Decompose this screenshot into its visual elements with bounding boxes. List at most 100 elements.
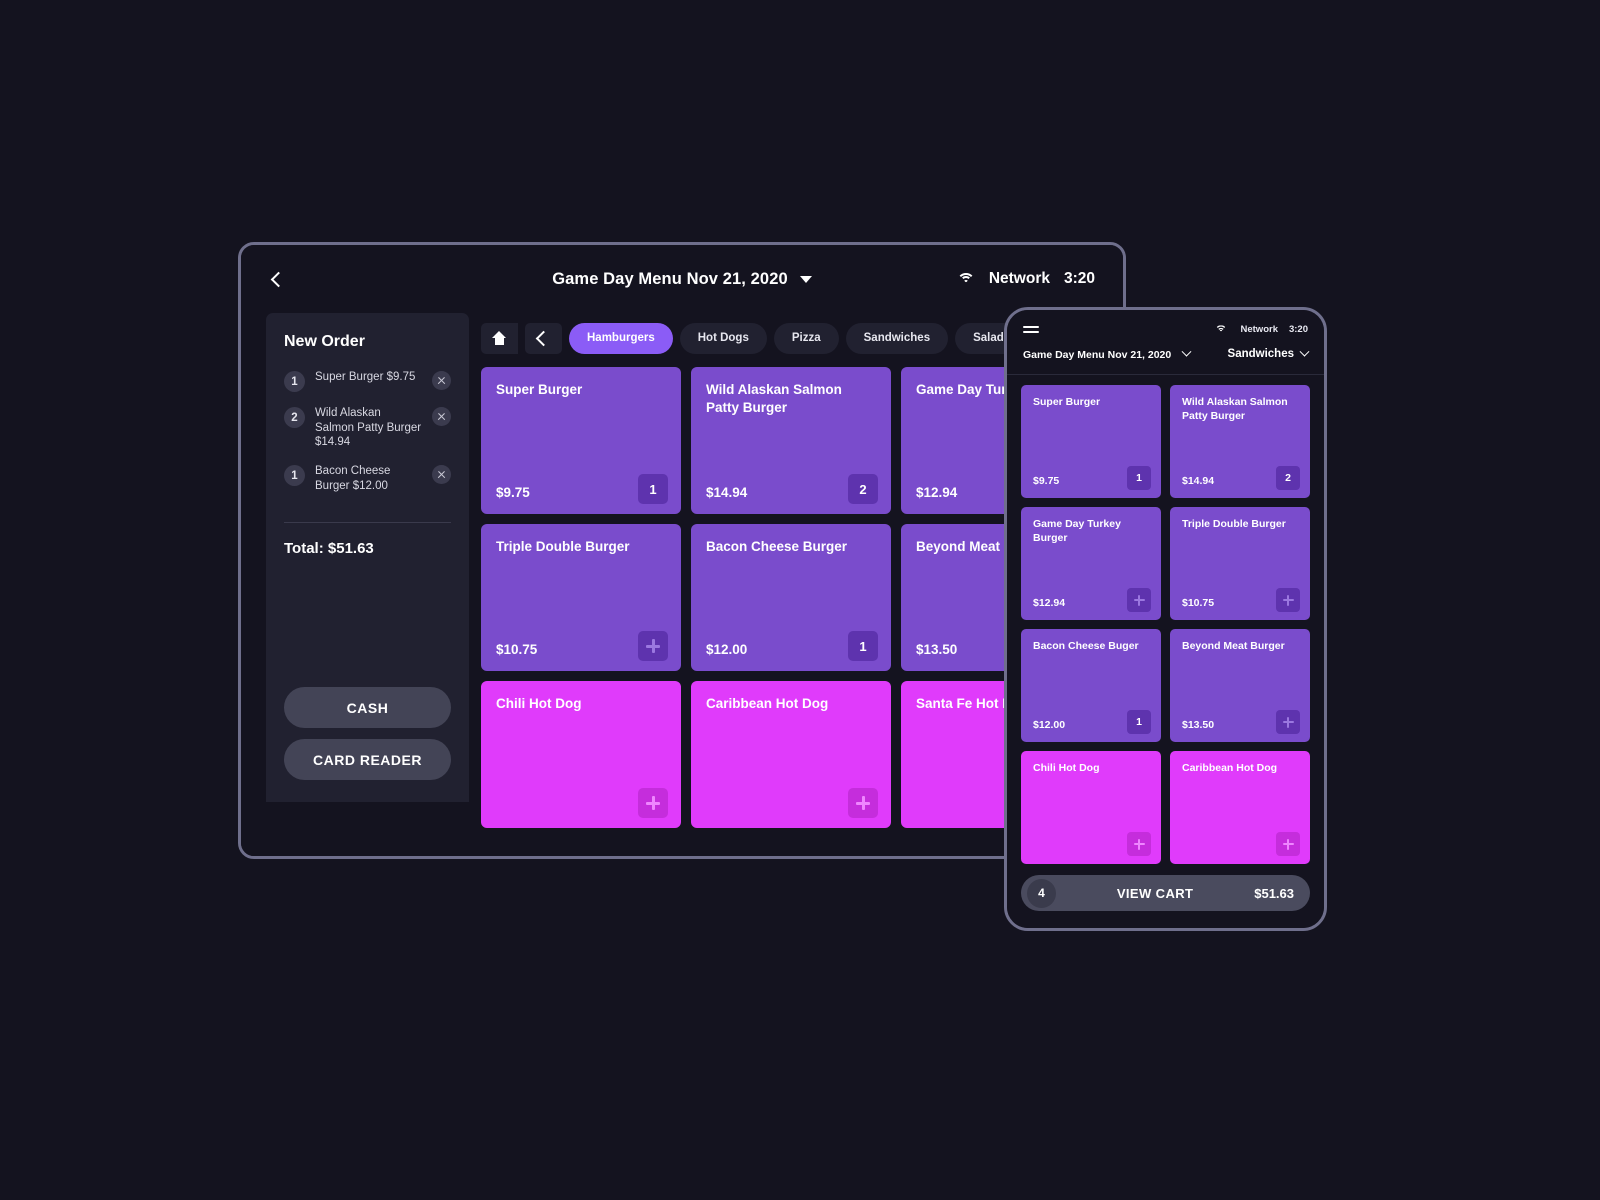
clock-time: 3:20 (1063, 270, 1095, 287)
order-sidebar: New Order 1 Super Burger $9.75 2 Wild Al… (266, 313, 469, 802)
home-button[interactable] (481, 322, 518, 354)
add-product-button[interactable] (1127, 588, 1151, 612)
product-card[interactable]: Chili Hot Dog (1021, 751, 1161, 864)
phone-product-grid: Super Burger $9.75 1 Wild Alaskan Salmon… (1007, 375, 1324, 928)
product-name: Chili Hot Dog (1033, 762, 1100, 774)
tab-pizza[interactable]: Pizza (773, 322, 839, 354)
tablet-body: New Order 1 Super Burger $9.75 2 Wild Al… (241, 313, 1123, 856)
tablet-device-frame: Game Day Menu Nov 21, 2020 Network 3:20 … (238, 242, 1126, 859)
plus-icon (856, 796, 870, 810)
product-price: $10.75 (1182, 597, 1215, 609)
chevron-left-icon (535, 330, 552, 346)
order-line-item[interactable]: 1 Super Burger $9.75 (284, 370, 451, 392)
view-cart-label: VIEW CART (1116, 885, 1194, 901)
plus-icon (646, 796, 660, 810)
phone-menu-title: Game Day Menu Nov 21, 2020 (1023, 349, 1172, 361)
add-product-button[interactable] (1276, 588, 1300, 612)
order-panel-title: New Order (284, 333, 365, 350)
add-product-button[interactable] (1276, 710, 1300, 734)
product-price: $12.94 (916, 485, 958, 500)
product-name: Chili Hot Dog (496, 696, 582, 711)
order-item-label: Wild Alaskan Salmon Patty Burger $14.94 (315, 407, 422, 449)
product-qty-badge[interactable]: 1 (848, 631, 878, 661)
remove-item-button[interactable] (432, 465, 451, 485)
product-qty-badge[interactable]: 1 (1127, 466, 1151, 490)
product-card[interactable]: Wild Alaskan Salmon Patty Burger $14.94 … (691, 367, 891, 514)
product-name: Bacon Cheese Burger (706, 539, 848, 554)
product-card[interactable]: Super Burger $9.75 1 (481, 367, 681, 514)
plus-icon (646, 639, 660, 653)
caret-down-icon[interactable] (799, 275, 812, 283)
product-price: $9.75 (496, 485, 530, 500)
product-qty-badge[interactable]: 2 (848, 474, 878, 504)
order-line-item[interactable]: 2 Wild Alaskan Salmon Patty Burger $14.9… (284, 406, 451, 450)
payment-buttons: CASH CARD READER (284, 676, 451, 802)
product-card[interactable]: Chili Hot Dog (481, 681, 681, 828)
canvas: Game Day Menu Nov 21, 2020 Network 3:20 … (0, 0, 1600, 1200)
product-name: Game Day Turkey Burger (1033, 518, 1121, 544)
product-name: Super Burger (1033, 396, 1101, 408)
network-label: Network (1240, 324, 1278, 335)
phone-device-frame: Network 3:20 Game Day Menu Nov 21, 2020 … (1004, 307, 1327, 931)
chevron-down-icon (1181, 346, 1192, 357)
product-card[interactable]: Caribbean Hot Dog (691, 681, 891, 828)
tab-hot-dogs[interactable]: Hot Dogs (679, 322, 767, 354)
product-card[interactable]: Triple Double Burger $10.75 (481, 524, 681, 671)
product-card[interactable]: Bacon Cheese Burger $12.00 1 (691, 524, 891, 671)
tab-hamburgers[interactable]: Hamburgers (569, 322, 673, 354)
plus-icon (1133, 594, 1145, 606)
product-name: Triple Double Burger (1182, 518, 1286, 530)
product-price: $13.50 (916, 642, 958, 657)
product-name: Beyond Meat Burger (1182, 640, 1285, 652)
phone-category-title: Sandwiches (1227, 348, 1294, 360)
clock-time: 3:20 (1288, 324, 1308, 335)
product-price: $10.75 (496, 642, 538, 657)
product-qty-badge[interactable]: 1 (1127, 710, 1151, 734)
cash-button[interactable]: CASH (284, 687, 451, 728)
product-card[interactable]: Game Day Turkey Burger $12.94 (1021, 507, 1161, 620)
remove-item-button[interactable] (432, 371, 451, 390)
tablet-screen: Game Day Menu Nov 21, 2020 Network 3:20 … (241, 245, 1123, 856)
add-product-button[interactable] (1276, 832, 1300, 856)
product-card[interactable]: Wild Alaskan Salmon Patty Burger $14.94 … (1170, 385, 1310, 498)
product-qty-badge[interactable]: 2 (1276, 466, 1300, 490)
tab-sandwiches[interactable]: Sandwiches (845, 322, 949, 354)
close-icon (437, 470, 446, 479)
close-icon (437, 376, 446, 385)
product-card[interactable]: Beyond Meat Burger $13.50 (1170, 629, 1310, 742)
add-product-button[interactable] (638, 631, 668, 661)
remove-item-button[interactable] (432, 407, 451, 426)
tablet-top-bar: Game Day Menu Nov 21, 2020 Network 3:20 (241, 245, 1123, 313)
cart-item-count: 4 (1027, 878, 1056, 908)
phone-screen: Network 3:20 Game Day Menu Nov 21, 2020 … (1007, 310, 1324, 928)
product-name: Wild Alaskan Salmon Patty Burger (706, 382, 842, 415)
product-name: Triple Double Burger (496, 539, 630, 554)
card-reader-button[interactable]: CARD READER (284, 739, 451, 780)
order-item-label: Super Burger $9.75 (315, 371, 416, 383)
product-card[interactable]: Super Burger $9.75 1 (1021, 385, 1161, 498)
add-product-button[interactable] (1127, 832, 1151, 856)
phone-menu-bar: Game Day Menu Nov 21, 2020 Sandwiches (1007, 340, 1324, 375)
product-card[interactable]: Triple Double Burger $10.75 (1170, 507, 1310, 620)
phone-menu-selector[interactable]: Game Day Menu Nov 21, 2020 (1023, 345, 1192, 363)
plus-icon (1282, 838, 1294, 850)
add-product-button[interactable] (638, 788, 668, 818)
hamburger-menu-icon[interactable] (1023, 324, 1039, 335)
product-card[interactable]: Caribbean Hot Dog (1170, 751, 1310, 864)
quantity-badge: 1 (284, 371, 305, 392)
plus-icon (1133, 838, 1145, 850)
view-cart-button[interactable]: 4 VIEW CART $51.63 (1021, 875, 1310, 911)
quantity-badge: 1 (284, 465, 305, 487)
back-button[interactable] (263, 271, 293, 287)
order-line-item[interactable]: 1 Bacon Cheese Burger $12.00 (284, 464, 451, 493)
product-price: $13.50 (1182, 719, 1215, 731)
network-label: Network (988, 270, 1050, 287)
category-back-button[interactable] (525, 322, 562, 354)
phone-status-bar: Network 3:20 (1007, 310, 1324, 340)
close-icon (437, 412, 446, 421)
wifi-icon (956, 272, 975, 286)
product-qty-badge[interactable]: 1 (638, 474, 668, 504)
phone-category-selector[interactable]: Sandwiches (1227, 346, 1310, 360)
add-product-button[interactable] (848, 788, 878, 818)
product-card[interactable]: Bacon Cheese Buger $12.00 1 (1021, 629, 1161, 742)
